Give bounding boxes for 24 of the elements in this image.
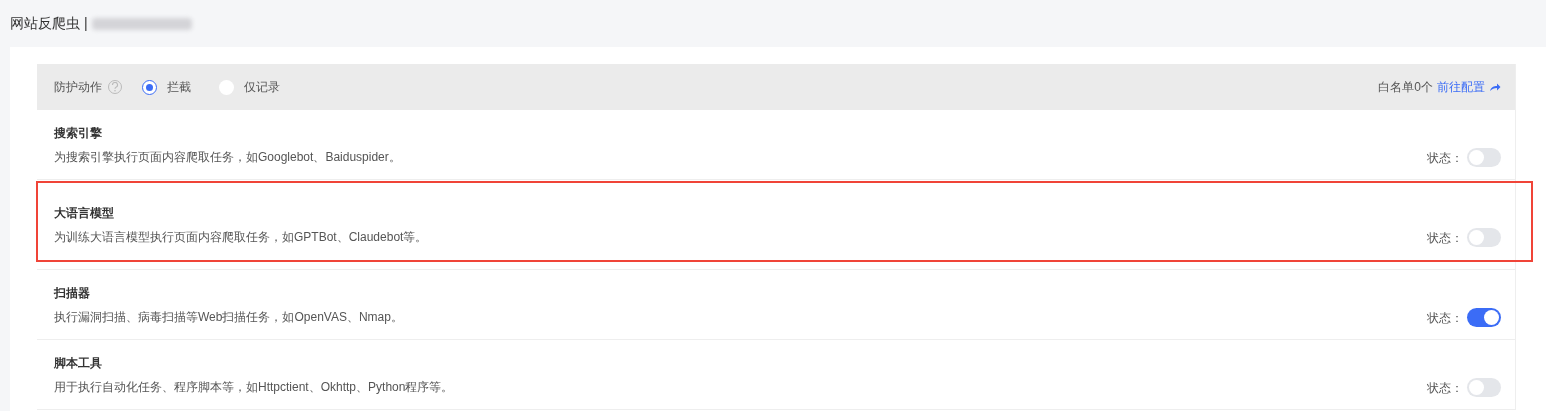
toggle-switch[interactable] xyxy=(1467,228,1501,247)
whitelist-count: 白名单0个 xyxy=(1378,79,1433,96)
category-title: 搜索引擎 xyxy=(54,124,103,142)
category-description: 执行漏洞扫描、病毒扫描等Web扫描任务，如OpenVAS、Nmap。 xyxy=(54,308,403,326)
category-title: 大语言模型 xyxy=(54,204,115,222)
radio-button[interactable] xyxy=(142,79,157,95)
category-description: 用于执行自动化任务、程序脚本等，如Httpctient、Okhttp、Python程序等。 xyxy=(54,378,454,396)
category-title: 扫描器 xyxy=(54,284,91,302)
category-description: 为搜索引擎执行页面内容爬取任务，如Googlebot、Baiduspider。 xyxy=(54,148,401,166)
status-label: 状态： xyxy=(1427,149,1463,167)
radio-label[interactable]: 拦截 xyxy=(167,78,191,96)
toggle-switch[interactable] xyxy=(1467,148,1501,167)
status-label: 状态： xyxy=(1427,309,1463,327)
toggle-switch[interactable] xyxy=(1467,308,1501,327)
configure-link[interactable]: 前往配置 xyxy=(1437,78,1485,96)
category-description: 为训练大语言模型执行页面内容爬取任务，如GPTBot、Claudebot等。 xyxy=(54,228,428,246)
category-title: 脚本工具 xyxy=(54,354,103,372)
radio-label[interactable]: 仅记录 xyxy=(244,78,280,96)
share-arrow-icon xyxy=(1489,82,1501,92)
page-title: 网站反爬虫 | xyxy=(10,14,88,33)
field-label: 防护动作 xyxy=(54,79,102,96)
toggle-switch[interactable] xyxy=(1467,378,1501,397)
status-label: 状态： xyxy=(1427,229,1463,247)
status-label: 状态： xyxy=(1427,379,1463,397)
